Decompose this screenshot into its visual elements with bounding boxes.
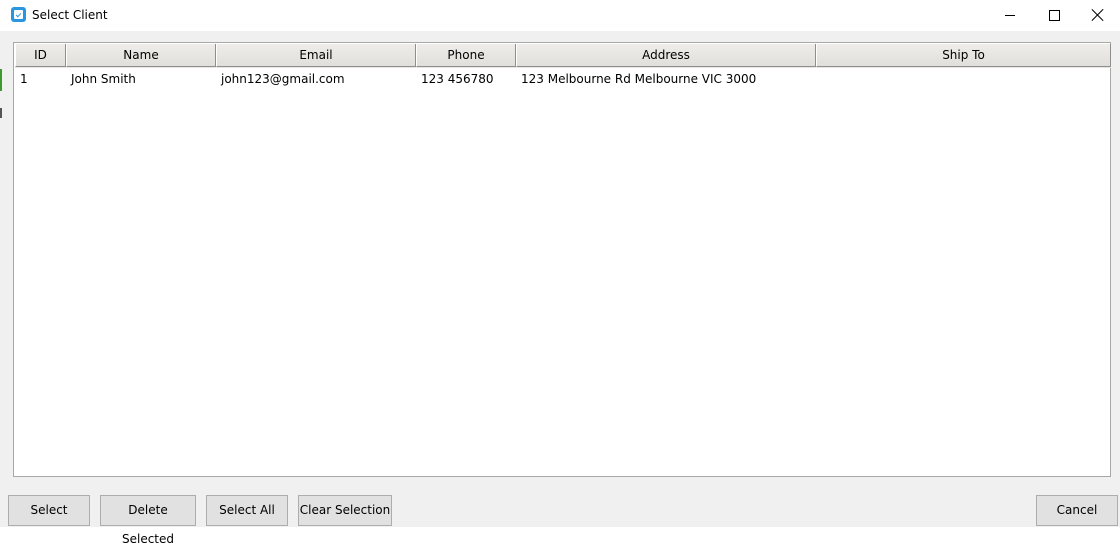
table-row[interactable]: 1 John Smith john123@gmail.com 123 45678… xyxy=(15,69,1111,89)
column-header-address[interactable]: Address xyxy=(516,44,816,67)
minimize-icon xyxy=(1005,15,1015,16)
cell-phone: 123 456780 xyxy=(421,72,494,86)
close-button[interactable] xyxy=(1075,0,1120,31)
minimize-button[interactable] xyxy=(987,0,1033,31)
select-client-dialog: Select Client ID Name Email Phone Addres… xyxy=(0,0,1120,546)
cell-ship-to xyxy=(816,69,1111,89)
title-bar[interactable]: Select Client xyxy=(0,0,1120,31)
column-header-ship-to[interactable]: Ship To xyxy=(816,44,1111,67)
delete-selected-button[interactable]: Delete Selected xyxy=(100,495,196,546)
select-all-button[interactable]: Select All xyxy=(206,495,288,526)
window-title: Select Client xyxy=(32,8,108,22)
background-app-edge xyxy=(0,69,2,91)
column-header-email[interactable]: Email xyxy=(216,44,416,67)
maximize-button[interactable] xyxy=(1031,0,1077,31)
client-table[interactable]: ID Name Email Phone Address Ship To 1 Jo… xyxy=(13,42,1111,477)
app-icon xyxy=(11,7,26,22)
background-app-edge-dark xyxy=(0,108,2,118)
table-header: ID Name Email Phone Address Ship To xyxy=(15,44,1111,68)
cell-name: John Smith xyxy=(71,72,136,86)
cancel-button[interactable]: Cancel xyxy=(1036,495,1118,526)
select-button[interactable]: Select xyxy=(8,495,90,526)
cell-id: 1 xyxy=(20,72,28,86)
maximize-icon xyxy=(1049,10,1060,21)
column-header-phone[interactable]: Phone xyxy=(416,44,516,67)
column-header-id[interactable]: ID xyxy=(15,44,66,67)
cell-address: 123 Melbourne Rd Melbourne VIC 3000 xyxy=(521,72,757,86)
clear-selection-button[interactable]: Clear Selection xyxy=(298,495,392,526)
cell-email: john123@gmail.com xyxy=(221,72,345,86)
close-icon xyxy=(1092,9,1104,21)
column-header-name[interactable]: Name xyxy=(66,44,216,67)
